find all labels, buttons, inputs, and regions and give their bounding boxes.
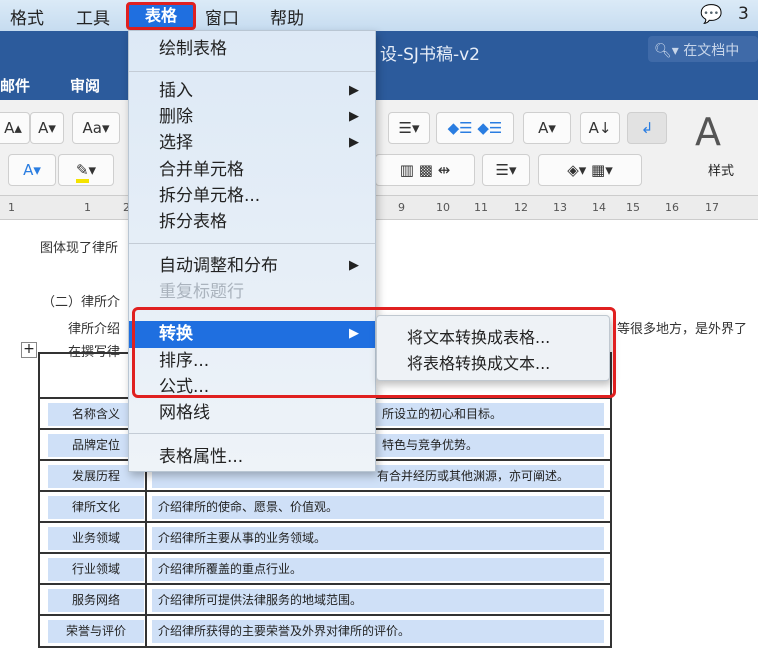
search-input[interactable]: 🔍︎▾ 在文档中 <box>648 36 758 62</box>
menu-item-label: 绘制表格 <box>159 39 227 59</box>
search-placeholder: 在文档中 <box>683 43 740 59</box>
ruler-number: 16 <box>665 201 679 214</box>
menu-item-table-properties[interactable]: 表格属性... <box>129 444 375 470</box>
menu-item-split-cells[interactable]: 拆分单元格... <box>129 183 375 209</box>
menu-item-split-table[interactable]: 拆分表格 <box>129 209 375 235</box>
menu-item-label: 合并单元格 <box>159 160 244 180</box>
ruler-number: 10 <box>436 201 450 214</box>
table-row[interactable]: 荣誉与评价 介绍律所获得的主要荣誉及外界对律所的评价。 <box>40 614 610 648</box>
indent-buttons[interactable]: ◆☰ ◆☰ <box>436 112 514 144</box>
ruler-number: 14 <box>592 201 606 214</box>
table-move-handle[interactable]: + <box>21 342 37 358</box>
menu-item-label: 拆分单元格... <box>159 186 261 206</box>
menu-help[interactable]: 帮助 <box>270 4 304 29</box>
char-spacing-button[interactable]: A▾ <box>523 112 571 144</box>
styles-label[interactable]: 样式 <box>708 160 734 179</box>
line-spacing-button[interactable]: ☰▾ <box>482 154 530 186</box>
cell-label: 行业领域 <box>48 558 144 581</box>
search-icon: 🔍︎▾ <box>654 43 684 59</box>
menu-item-label: 重复标题行 <box>159 282 244 302</box>
cell-label: 律所文化 <box>48 496 144 519</box>
document-title: 设-SJ书稿-v2 <box>380 45 480 65</box>
menu-item-gridlines[interactable]: 网格线 <box>129 400 375 426</box>
table-row[interactable]: 行业领域 介绍律所覆盖的重点行业。 <box>40 552 610 583</box>
ruler-number: 17 <box>705 201 719 214</box>
menu-item-label: 选择 <box>159 133 193 153</box>
annotation-highlight-box <box>132 307 616 398</box>
ruler-number: 15 <box>626 201 640 214</box>
menu-item-label: 拆分表格 <box>159 212 227 232</box>
text-effects-button[interactable]: A▾ <box>8 154 56 186</box>
submenu-arrow-icon: ▶ <box>349 135 359 150</box>
ruler[interactable]: 1 1 2 9 10 11 12 13 14 15 16 17 <box>0 196 758 220</box>
tab-mailings[interactable]: 邮件 <box>0 75 30 96</box>
menu-window[interactable]: 窗口 <box>205 4 239 29</box>
styles-icon[interactable]: A <box>695 110 721 154</box>
shrink-font-button[interactable]: A▾ <box>30 112 64 144</box>
ruler-number: 12 <box>514 201 528 214</box>
grow-font-button[interactable]: A▴ <box>0 112 30 144</box>
cell-label: 业务领域 <box>48 527 144 550</box>
submenu-arrow-icon: ▶ <box>349 83 359 98</box>
menu-item-label: 插入 <box>159 81 193 101</box>
cell-label: 服务网络 <box>48 589 144 612</box>
highlight-button[interactable]: ✎▾ <box>58 154 114 186</box>
menu-item-delete[interactable]: 删除 ▶ <box>129 104 375 130</box>
doc-line: 律所介绍 <box>68 322 121 337</box>
ruler-number: 1 <box>84 201 91 214</box>
menu-item-label: 删除 <box>159 107 193 127</box>
cell-text: 介绍律所的使命、愿景、价值观。 <box>152 496 604 519</box>
multilevel-list-button[interactable]: ☰▾ <box>388 112 430 144</box>
ruler-number: 1 <box>8 201 15 214</box>
menu-tools[interactable]: 工具 <box>76 4 110 29</box>
submenu-arrow-icon: ▶ <box>349 109 359 124</box>
cell-text: 介绍律所覆盖的重点行业。 <box>152 558 604 581</box>
menu-format[interactable]: 格式 <box>10 4 44 29</box>
doc-heading: （二）律所介 <box>42 295 121 310</box>
doc-line: 图体现了律所 <box>40 241 119 256</box>
menu-item-draw-table[interactable]: 绘制表格 <box>129 36 375 62</box>
cell-text: 介绍律所主要从事的业务领域。 <box>152 527 604 550</box>
menu-item-label: 表格属性... <box>159 447 244 467</box>
menu-item-merge-cells[interactable]: 合并单元格 <box>129 157 375 183</box>
menu-item-select[interactable]: 选择 ▶ <box>129 130 375 156</box>
menu-separator <box>129 243 375 244</box>
align-buttons[interactable]: ▥ ▩ ⇹ <box>375 154 475 186</box>
ruler-number: 13 <box>553 201 567 214</box>
ruler-number: 9 <box>398 201 405 214</box>
menu-item-repeat-header: 重复标题行 <box>129 279 375 305</box>
tab-review[interactable]: 审阅 <box>70 75 100 96</box>
show-marks-button[interactable]: ↲ <box>627 112 667 144</box>
menu-separator <box>129 71 375 72</box>
menu-item-autofit[interactable]: 自动调整和分布 ▶ <box>129 253 375 279</box>
ruler-number: 11 <box>474 201 488 214</box>
table-row[interactable]: 业务领域 介绍律所主要从事的业务领域。 <box>40 521 610 552</box>
table-row[interactable]: 律所文化 介绍律所的使命、愿景、价值观。 <box>40 490 610 521</box>
sort-button[interactable]: A↓ <box>580 112 620 144</box>
doc-line: 等很多地方，是外界了 <box>617 322 748 337</box>
menu-item-label: 自动调整和分布 <box>159 256 278 276</box>
menu-item-label: 网格线 <box>159 403 210 423</box>
cell-label: 荣誉与评价 <box>48 620 144 643</box>
wechat-icon[interactable]: 💬 <box>700 4 722 25</box>
table-row[interactable]: 服务网络 介绍律所可提供法律服务的地域范围。 <box>40 583 610 614</box>
table-menu: 绘制表格 插入 ▶ 删除 ▶ 选择 ▶ 合并单元格 拆分单元格... 拆分表格 自动调… <box>128 30 376 472</box>
change-case-button[interactable]: Aa▾ <box>72 112 120 144</box>
ribbon: A▴ A▾ Aa▾ A▾ ✎▾ ☰▾ ◆☰ ◆☰ A▾ A↓ ↲ ▥ ▩ ⇹ ☰… <box>0 100 758 196</box>
title-bar: 邮件 审阅 <box>0 31 758 100</box>
shading-borders-button[interactable]: ◈▾ ▦▾ <box>538 154 642 186</box>
menu-bar: 格式 工具 表格 窗口 帮助 💬 3 <box>0 0 758 31</box>
wechat-count: 3 <box>738 4 749 24</box>
menu-separator <box>129 433 375 434</box>
menu-item-insert[interactable]: 插入 ▶ <box>129 78 375 104</box>
cell-text: 介绍律所可提供法律服务的地域范围。 <box>152 589 604 612</box>
menu-table[interactable]: 表格 <box>126 2 196 30</box>
submenu-arrow-icon: ▶ <box>349 258 359 273</box>
cell-text: 介绍律所获得的主要荣誉及外界对律所的评价。 <box>152 620 604 643</box>
